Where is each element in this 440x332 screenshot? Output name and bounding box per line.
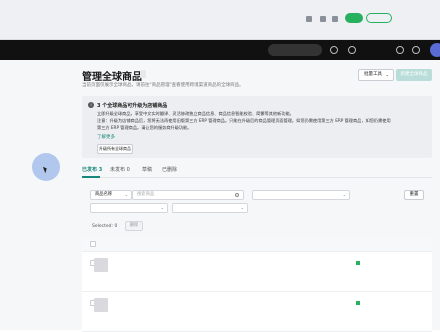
notice-line-2: 注意：升级为店铺商品后，您将无法再使用旧版第三方 ERP 管理商品。只能在升级后… [97, 118, 391, 123]
learn-more-link[interactable]: 了解更多 [97, 134, 115, 140]
search-placeholder: 搜索商品 [137, 192, 155, 197]
tab-unpublished[interactable]: 未发布 0 [110, 166, 130, 173]
notification-icon[interactable] [396, 46, 404, 54]
table-row [82, 252, 432, 292]
search-field-select[interactable]: 商品名称 ⌄ [90, 190, 132, 200]
notice-line-1: 立即升级全球商品，享受中文实时翻译、灵活修改独立商品信息、商品信息智能校验、简繁… [97, 111, 294, 116]
avatar[interactable] [430, 43, 440, 57]
extension-icon[interactable] [320, 16, 326, 22]
product-table [82, 236, 432, 332]
active-tab-indicator [82, 176, 100, 178]
table-header [82, 236, 432, 252]
left-gutter [0, 60, 40, 330]
create-product-button[interactable]: 新建全球商品 [396, 69, 432, 81]
upgrade-notice: i 3 个全球商品可升级为店铺商品 立即升级全球商品，享受中文实时翻译、灵活修改… [82, 96, 432, 158]
page-subtitle: 当前页面仅展示全球商品，请前往"商品管理"查看使用跨境渠道商品的全球商品。 [82, 83, 244, 88]
reset-button[interactable]: 重置 [404, 190, 424, 200]
table-row [82, 292, 432, 332]
tab-drafts[interactable]: 草稿 [142, 166, 152, 173]
chevron-down-icon: ⌄ [240, 205, 244, 210]
main-content: 管理全球商品 当前页面仅展示全球商品，请前往"商品管理"查看使用跨境渠道商品的全… [40, 60, 440, 332]
status-select[interactable]: ⌄ [172, 203, 248, 213]
star-icon[interactable] [306, 16, 312, 22]
product-cell [356, 261, 362, 266]
upgrade-all-button[interactable]: 升级所有全球商品 [97, 144, 133, 154]
profile-pill[interactable] [345, 13, 363, 23]
store-select[interactable]: ⌄ [252, 190, 350, 200]
tab-published[interactable]: 已发布 3 [82, 166, 102, 173]
chevron-down-icon: ⌄ [385, 72, 389, 77]
select-all-checkbox[interactable] [90, 241, 96, 247]
message-icon[interactable] [412, 46, 420, 54]
page-title: 管理全球商品 [82, 72, 142, 83]
browser-chrome [0, 0, 440, 40]
status-dot-icon [356, 301, 360, 305]
notice-title: 3 个全球商品可升级为店铺商品 [97, 103, 168, 109]
info-icon: i [88, 102, 94, 108]
address-bar[interactable] [4, 13, 284, 27]
search-icon [235, 193, 239, 197]
product-cell [356, 301, 362, 306]
help-icon[interactable] [330, 46, 338, 54]
batch-tools-label: 批量工具 [364, 72, 382, 77]
app-topbar [0, 40, 440, 60]
search-input[interactable]: 搜索商品 [132, 190, 244, 200]
search-field-label: 商品名称 [95, 192, 113, 197]
status-dot-icon [356, 261, 360, 265]
account-chip[interactable] [366, 45, 394, 55]
menu-icon[interactable] [332, 16, 338, 22]
batch-tools-button[interactable]: 批量工具 ⌄ [358, 69, 394, 81]
product-thumbnail [94, 258, 108, 272]
category-select[interactable]: ⌄ [90, 203, 168, 213]
sync-pill[interactable] [366, 13, 392, 23]
store-switcher[interactable] [268, 44, 322, 56]
chevron-down-icon: ⌄ [160, 205, 164, 210]
selected-count: Selected: 0 [92, 224, 118, 229]
globe-icon[interactable] [348, 46, 356, 54]
bulk-delete-button[interactable]: 删除 [125, 221, 143, 231]
chevron-down-icon: ⌄ [342, 192, 346, 197]
tab-deleted[interactable]: 已删除 [162, 166, 177, 173]
chevron-down-icon: ⌄ [124, 192, 128, 197]
status-tabs: 已发布 3 未发布 0 草稿 已删除 [82, 164, 432, 178]
product-thumbnail [94, 298, 108, 312]
notice-line-3: 第三方 ERP 管理商品。请让您的服务商升级功能。 [97, 125, 192, 130]
title-badge [140, 70, 146, 78]
